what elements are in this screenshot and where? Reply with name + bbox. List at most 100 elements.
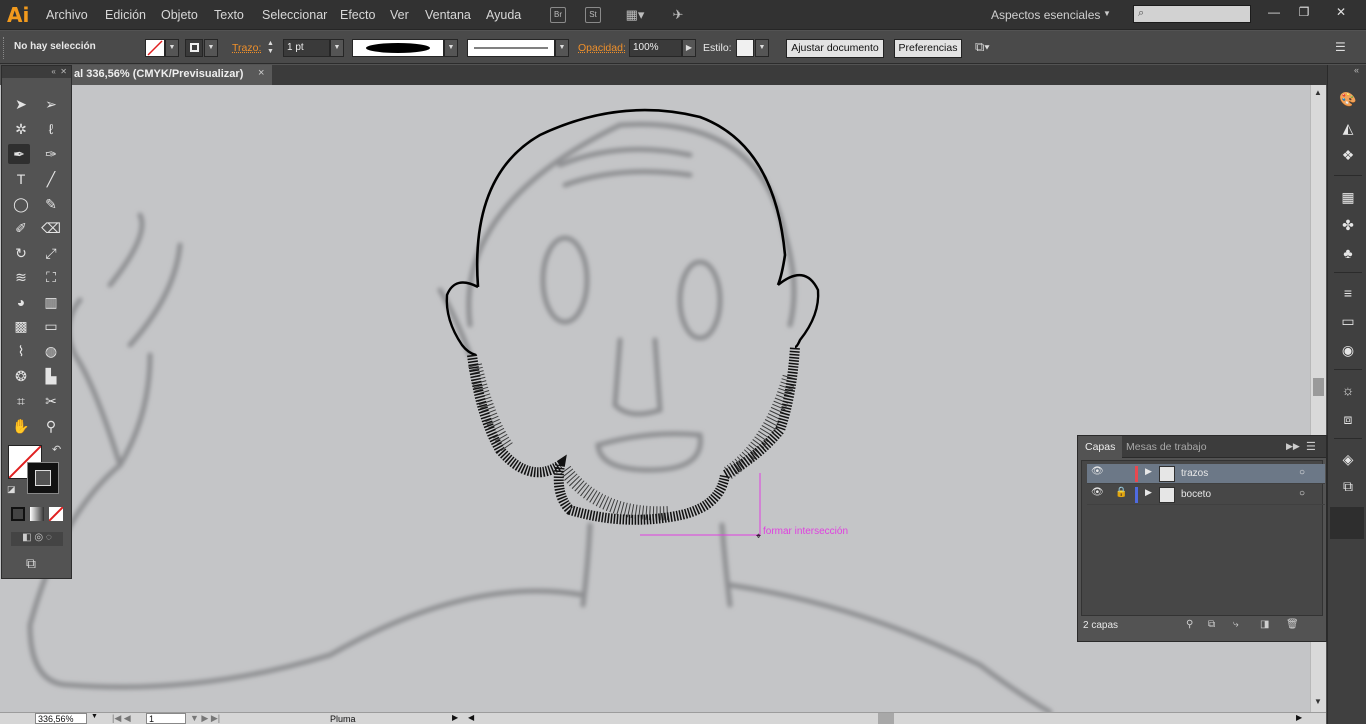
gradient-mode-icon[interactable] bbox=[30, 507, 44, 521]
arrange-documents-icon[interactable]: ▦▾ bbox=[625, 7, 645, 23]
opacity-slider-button[interactable]: ▶ bbox=[682, 39, 696, 57]
line-tool-icon[interactable]: ╱ bbox=[40, 169, 62, 189]
zoom-field[interactable]: 336,56% bbox=[35, 713, 87, 724]
scroll-left-icon[interactable]: ◀ bbox=[468, 713, 474, 722]
restore-button[interactable]: ❐ bbox=[1291, 3, 1317, 21]
width-tool-icon[interactable]: ≋ bbox=[10, 267, 32, 287]
menu-texto[interactable]: Texto bbox=[214, 8, 244, 22]
isolation-mode-icon[interactable]: ⧉▾ bbox=[975, 39, 990, 55]
brush-dropdown[interactable]: ▼ bbox=[555, 39, 569, 57]
screen-mode-icon[interactable]: ⧉ bbox=[26, 555, 36, 572]
graphic-style-swatch[interactable] bbox=[736, 39, 754, 57]
stroke-swatch[interactable] bbox=[185, 39, 203, 57]
chevron-down-icon[interactable]: ▼ bbox=[1103, 9, 1111, 18]
magic-wand-tool-icon[interactable]: ✲ bbox=[10, 119, 32, 139]
artboard-tool-icon[interactable]: ⌗ bbox=[10, 391, 32, 411]
style-dropdown[interactable]: ▼ bbox=[755, 39, 769, 57]
delete-layer-icon[interactable]: 🗑 bbox=[1286, 619, 1299, 630]
profile-dropdown[interactable]: ▼ bbox=[444, 39, 458, 57]
expand-triangle-icon[interactable]: ▶ bbox=[1145, 487, 1152, 498]
color-guide-icon[interactable]: ◭ bbox=[1338, 118, 1358, 138]
slice-tool-icon[interactable]: ✂ bbox=[40, 391, 62, 411]
close-window-button[interactable]: ✕ bbox=[1328, 3, 1354, 21]
panel-menu-icon[interactable]: ☰ bbox=[1335, 40, 1346, 54]
stroke-panel-icon[interactable]: ≡ bbox=[1338, 283, 1358, 303]
direct-selection-tool-icon[interactable]: ➢ bbox=[40, 94, 62, 114]
color-mode-icon[interactable] bbox=[11, 507, 25, 521]
gpu-performance-icon[interactable]: ✈ bbox=[670, 7, 686, 23]
gradient-tool-icon[interactable]: ▭ bbox=[40, 316, 62, 336]
lasso-tool-icon[interactable]: ℓ bbox=[40, 119, 62, 139]
eye-icon[interactable]: 👁 bbox=[1091, 466, 1104, 477]
column-graph-tool-icon[interactable]: ▙ bbox=[40, 366, 62, 386]
opacity-field[interactable]: 100% bbox=[629, 39, 682, 57]
menu-ver[interactable]: Ver bbox=[390, 8, 409, 22]
grip-handle[interactable] bbox=[3, 37, 6, 59]
blend-tool-icon[interactable]: ◍ bbox=[40, 341, 62, 361]
brushes-panel-icon[interactable]: ✤ bbox=[1338, 215, 1358, 235]
rotate-tool-icon[interactable]: ↻ bbox=[10, 243, 32, 263]
paintbrush-tool-icon[interactable]: ✎ bbox=[40, 194, 62, 214]
selection-tool-icon[interactable]: ➤ bbox=[10, 94, 32, 114]
layer-row-trazos[interactable]: 👁 ▶ trazos ○ bbox=[1087, 464, 1325, 484]
collapse-panel-icon[interactable]: ▶▶ bbox=[1286, 441, 1300, 452]
free-transform-tool-icon[interactable]: ⛶ bbox=[40, 267, 62, 287]
stroke-weight-field[interactable]: 1 pt bbox=[283, 39, 330, 57]
target-circle-icon[interactable]: ○ bbox=[1299, 467, 1305, 478]
variable-width-profile[interactable] bbox=[352, 39, 444, 57]
scroll-up-icon[interactable]: ▲ bbox=[1314, 88, 1322, 97]
lock-icon[interactable]: 🔒 bbox=[1115, 487, 1127, 498]
fill-dropdown[interactable]: ▼ bbox=[165, 39, 179, 57]
stroke-label[interactable]: Trazo: bbox=[232, 42, 261, 54]
collapse-dock-icon[interactable]: « bbox=[1354, 65, 1359, 75]
eyedropper-tool-icon[interactable]: ⌇ bbox=[10, 341, 32, 361]
mesh-tool-icon[interactable]: ▩ bbox=[10, 316, 32, 336]
zoom-tool-icon[interactable]: ⚲ bbox=[40, 416, 62, 436]
help-search-input[interactable]: ⌕ bbox=[1133, 5, 1251, 23]
scroll-right-icon[interactable]: ▶ bbox=[1296, 713, 1302, 722]
hand-tool-icon[interactable]: ✋ bbox=[10, 416, 32, 436]
curvature-tool-icon[interactable]: ✑ bbox=[40, 144, 62, 164]
gradient-panel-icon[interactable]: ▭ bbox=[1338, 311, 1358, 331]
brush-definition[interactable] bbox=[467, 39, 555, 57]
perspective-grid-tool-icon[interactable]: ▥ bbox=[40, 292, 62, 312]
layer-row-boceto[interactable]: 👁 🔒 ▶ boceto ○ bbox=[1087, 485, 1325, 505]
shape-builder-tool-icon[interactable]: ◕ bbox=[10, 292, 32, 312]
type-tool-icon[interactable]: T bbox=[10, 169, 32, 189]
menu-edicion[interactable]: Edición bbox=[105, 8, 146, 22]
panel-options-icon[interactable]: ☰ bbox=[1306, 440, 1316, 453]
stroke-stepper[interactable]: ▲ ▼ bbox=[267, 40, 274, 56]
eye-icon[interactable]: 👁 bbox=[1091, 487, 1104, 498]
tools-panel-header[interactable]: « ✕ bbox=[2, 66, 71, 78]
none-mode-icon[interactable] bbox=[49, 507, 63, 521]
stock-icon[interactable]: St bbox=[585, 7, 601, 23]
menu-objeto[interactable]: Objeto bbox=[161, 8, 198, 22]
horizontal-scroll-thumb[interactable] bbox=[878, 713, 894, 724]
scale-tool-icon[interactable]: ⤢ bbox=[40, 243, 62, 263]
opacity-label[interactable]: Opacidad: bbox=[578, 42, 626, 54]
locate-object-icon[interactable]: ⚲ bbox=[1186, 619, 1193, 630]
minimize-button[interactable]: — bbox=[1261, 3, 1287, 21]
color-themes-icon[interactable]: ❖ bbox=[1338, 145, 1358, 165]
artboard-field[interactable]: 1 bbox=[146, 713, 186, 724]
preferences-button[interactable]: Preferencias bbox=[894, 39, 962, 58]
stroke-dropdown[interactable]: ▼ bbox=[204, 39, 218, 57]
symbol-sprayer-tool-icon[interactable]: ❂ bbox=[10, 366, 32, 386]
next-artboard-icon[interactable]: ▼ ▶ ▶| bbox=[190, 713, 220, 724]
swap-colors-icon[interactable]: ↶ bbox=[52, 443, 61, 456]
blob-brush-tool-icon[interactable]: ✐ bbox=[10, 218, 32, 238]
menu-seleccionar[interactable]: Seleccionar bbox=[262, 8, 327, 22]
swatches-panel-icon[interactable]: ▦ bbox=[1338, 187, 1358, 207]
close-document-icon[interactable]: × bbox=[258, 67, 264, 79]
layer-name[interactable]: boceto bbox=[1181, 489, 1211, 500]
menu-ventana[interactable]: Ventana bbox=[425, 8, 471, 22]
layers-panel-icon[interactable]: ◈ bbox=[1338, 449, 1358, 469]
default-colors-icon[interactable]: ◪ bbox=[7, 484, 16, 495]
menu-archivo[interactable]: Archivo bbox=[46, 8, 88, 22]
fill-swatch[interactable] bbox=[145, 39, 165, 57]
appearance-panel-icon[interactable]: ☼ bbox=[1338, 380, 1358, 400]
zoom-dropdown[interactable]: ▼ bbox=[91, 713, 98, 720]
bridge-icon[interactable]: Br bbox=[550, 7, 566, 23]
pen-tool-icon[interactable]: ✒ bbox=[8, 144, 30, 164]
document-tab[interactable]: al 336,56% (CMYK/Previsualizar) bbox=[72, 65, 272, 85]
